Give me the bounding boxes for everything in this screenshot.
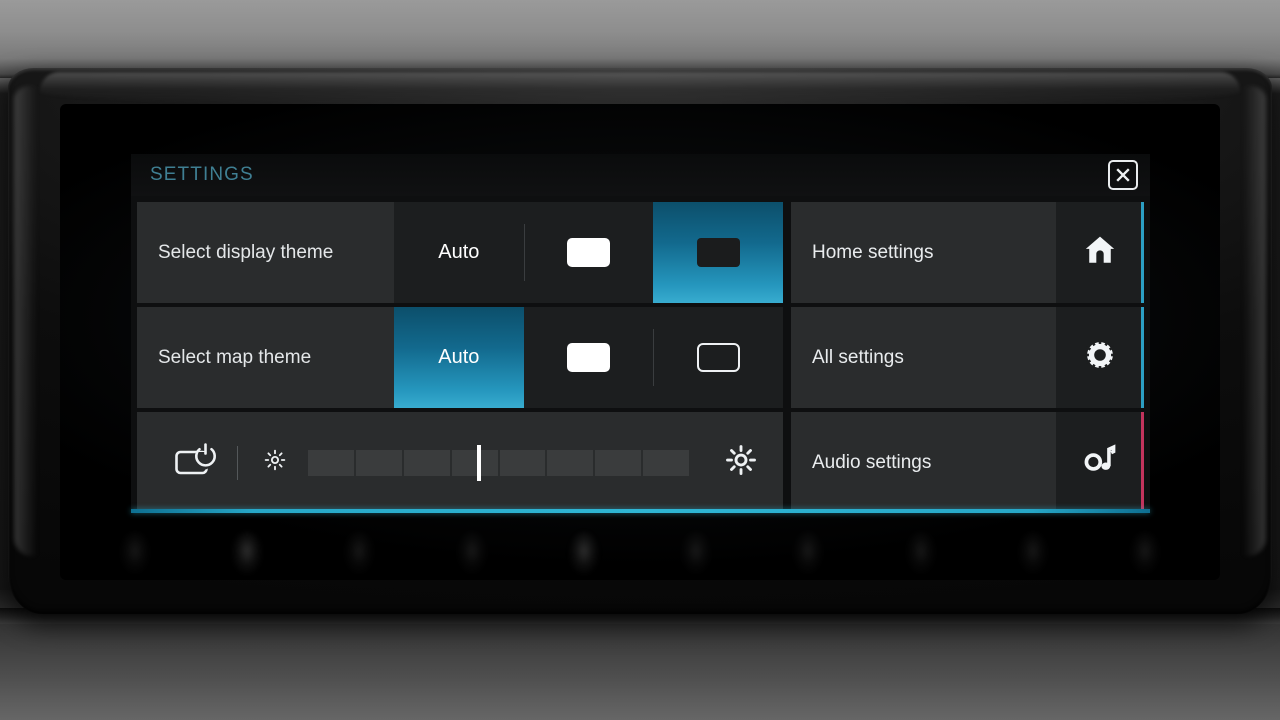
settings-panel: SETTINGS Select display theme Auto Selec… bbox=[131, 154, 1150, 513]
hardware-button[interactable] bbox=[793, 532, 824, 574]
hardware-button[interactable] bbox=[344, 532, 375, 574]
slider-segment bbox=[451, 449, 498, 476]
dashboard-top-surface bbox=[0, 0, 1280, 78]
panel-body: Select display theme Auto Select map the… bbox=[131, 196, 1150, 513]
hardware-button[interactable] bbox=[1129, 532, 1160, 574]
slider-segment bbox=[355, 449, 402, 476]
slider-segment bbox=[499, 449, 546, 476]
hardware-button[interactable] bbox=[905, 532, 936, 574]
map-theme-option-night[interactable] bbox=[653, 307, 784, 408]
display-theme-options: Auto bbox=[394, 202, 784, 303]
hardware-button[interactable] bbox=[120, 532, 150, 574]
display-off-button[interactable] bbox=[169, 443, 223, 482]
brightness-low-icon bbox=[264, 449, 286, 476]
map-theme-option-day[interactable] bbox=[523, 307, 654, 408]
audio-icon bbox=[1083, 443, 1117, 482]
hardware-button[interactable] bbox=[681, 532, 712, 574]
row-select-map-theme: Select map theme Auto bbox=[137, 307, 784, 408]
slider-segment bbox=[403, 449, 450, 476]
slider-segment bbox=[643, 449, 689, 476]
brightness-high-icon bbox=[726, 445, 756, 480]
label-select-display-theme: Select display theme bbox=[137, 202, 394, 303]
display-theme-auto-label: Auto bbox=[438, 241, 480, 263]
display-theme-option-day[interactable] bbox=[523, 202, 654, 303]
accent-bar bbox=[1141, 202, 1144, 303]
bezel-sheen bbox=[40, 72, 1240, 106]
map-theme-option-auto[interactable]: Auto bbox=[394, 307, 524, 408]
label-select-map-theme: Select map theme bbox=[137, 307, 394, 408]
home-icon bbox=[1083, 233, 1117, 272]
bezel-pillar-left bbox=[14, 86, 36, 556]
display-theme-option-night[interactable] bbox=[653, 202, 784, 303]
map-theme-options: Auto bbox=[394, 307, 784, 408]
menu-item-label: All settings bbox=[812, 346, 904, 368]
dark-rect-icon bbox=[696, 238, 740, 267]
slider-segment bbox=[547, 449, 594, 476]
bezel-pillar-right bbox=[1244, 86, 1266, 556]
accent-bar bbox=[1141, 307, 1144, 408]
slider-segment bbox=[595, 449, 642, 476]
brightness-low-button[interactable] bbox=[260, 449, 290, 476]
divider bbox=[237, 445, 238, 480]
menu-item-label: Home settings bbox=[812, 241, 934, 263]
display-theme-option-auto[interactable]: Auto bbox=[394, 202, 524, 303]
brightness-high-button[interactable] bbox=[721, 445, 761, 480]
menu-icon-cell bbox=[1056, 307, 1144, 408]
outline-rect-icon bbox=[696, 343, 740, 372]
panel-accent-underline bbox=[131, 509, 1150, 513]
hardware-button-row bbox=[120, 522, 1160, 584]
display-off-icon bbox=[174, 443, 218, 482]
menu-icon-cell bbox=[1056, 202, 1144, 303]
filled-rect-icon bbox=[567, 238, 610, 267]
menu-item-all-settings[interactable]: All settings bbox=[791, 307, 1144, 408]
page-title: SETTINGS bbox=[150, 164, 254, 185]
hardware-button[interactable] bbox=[568, 532, 599, 574]
accent-bar bbox=[1141, 412, 1144, 513]
menu-item-home-settings[interactable]: Home settings bbox=[791, 202, 1144, 303]
filled-rect-icon bbox=[567, 343, 610, 372]
brightness-slider[interactable] bbox=[308, 444, 689, 481]
row-select-display-theme: Select display theme Auto bbox=[137, 202, 784, 303]
row-brightness bbox=[137, 412, 783, 513]
close-button[interactable] bbox=[1108, 160, 1138, 190]
panel-titlebar: SETTINGS bbox=[131, 154, 1150, 196]
slider-segment bbox=[308, 449, 354, 476]
car-dashboard: SETTINGS Select display theme Auto Selec… bbox=[0, 0, 1280, 720]
menu-icon-cell bbox=[1056, 412, 1144, 513]
close-icon bbox=[1114, 166, 1132, 184]
gear-icon bbox=[1083, 338, 1117, 377]
settings-left-column: Select display theme Auto Select map the… bbox=[137, 202, 784, 513]
menu-item-audio-settings[interactable]: Audio settings bbox=[791, 412, 1144, 513]
hardware-button[interactable] bbox=[232, 532, 263, 574]
hardware-button[interactable] bbox=[456, 532, 487, 574]
map-theme-auto-label: Auto bbox=[438, 346, 480, 368]
settings-right-column: Home settings All settings Audio setting… bbox=[791, 202, 1144, 513]
menu-item-label: Audio settings bbox=[812, 451, 932, 473]
hardware-button[interactable] bbox=[1017, 532, 1048, 574]
